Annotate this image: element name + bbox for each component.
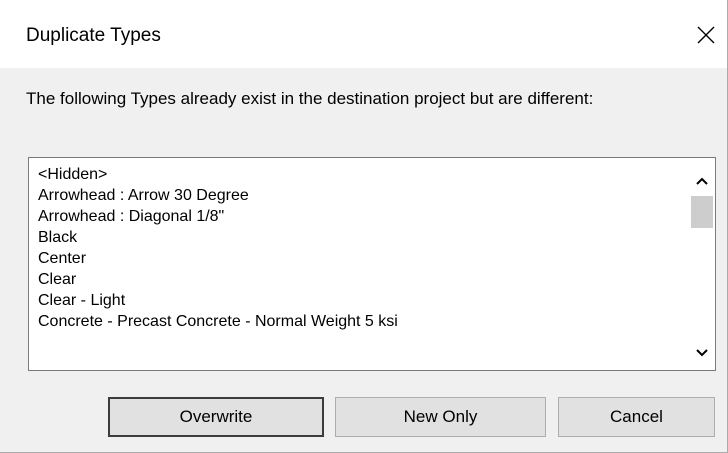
close-icon: [697, 26, 714, 44]
scroll-thumb[interactable]: [691, 196, 713, 228]
list-item[interactable]: <Hidden>: [38, 164, 686, 185]
dialog-message: The following Types already exist in the…: [26, 89, 594, 108]
list-item[interactable]: Clear: [38, 269, 686, 290]
list-item[interactable]: Center: [38, 248, 686, 269]
scroll-up-button[interactable]: [688, 170, 715, 192]
duplicate-types-list[interactable]: <Hidden> Arrowhead : Arrow 30 Degree Arr…: [28, 157, 716, 371]
chevron-up-icon: [695, 177, 708, 185]
chevron-down-icon: [695, 349, 708, 357]
cancel-button[interactable]: Cancel: [558, 397, 715, 437]
list-item[interactable]: Concrete - Precast Concrete - Normal Wei…: [38, 311, 686, 332]
vertical-scrollbar[interactable]: [688, 158, 715, 370]
duplicate-types-dialog: Duplicate Types The following Types alre…: [0, 0, 728, 453]
scroll-down-button[interactable]: [688, 342, 715, 364]
dialog-title: Duplicate Types: [26, 25, 161, 46]
list-item[interactable]: Arrowhead : Diagonal 1/8": [38, 206, 686, 227]
title-bar: Duplicate Types: [0, 0, 727, 68]
list-item[interactable]: Black: [38, 227, 686, 248]
overwrite-button[interactable]: Overwrite: [108, 397, 324, 437]
list-item[interactable]: Arrowhead : Arrow 30 Degree: [38, 185, 686, 206]
list-items: <Hidden> Arrowhead : Arrow 30 Degree Arr…: [38, 164, 686, 332]
new-only-button[interactable]: New Only: [335, 397, 546, 437]
list-item[interactable]: Clear - Light: [38, 290, 686, 311]
close-button[interactable]: [684, 12, 727, 58]
